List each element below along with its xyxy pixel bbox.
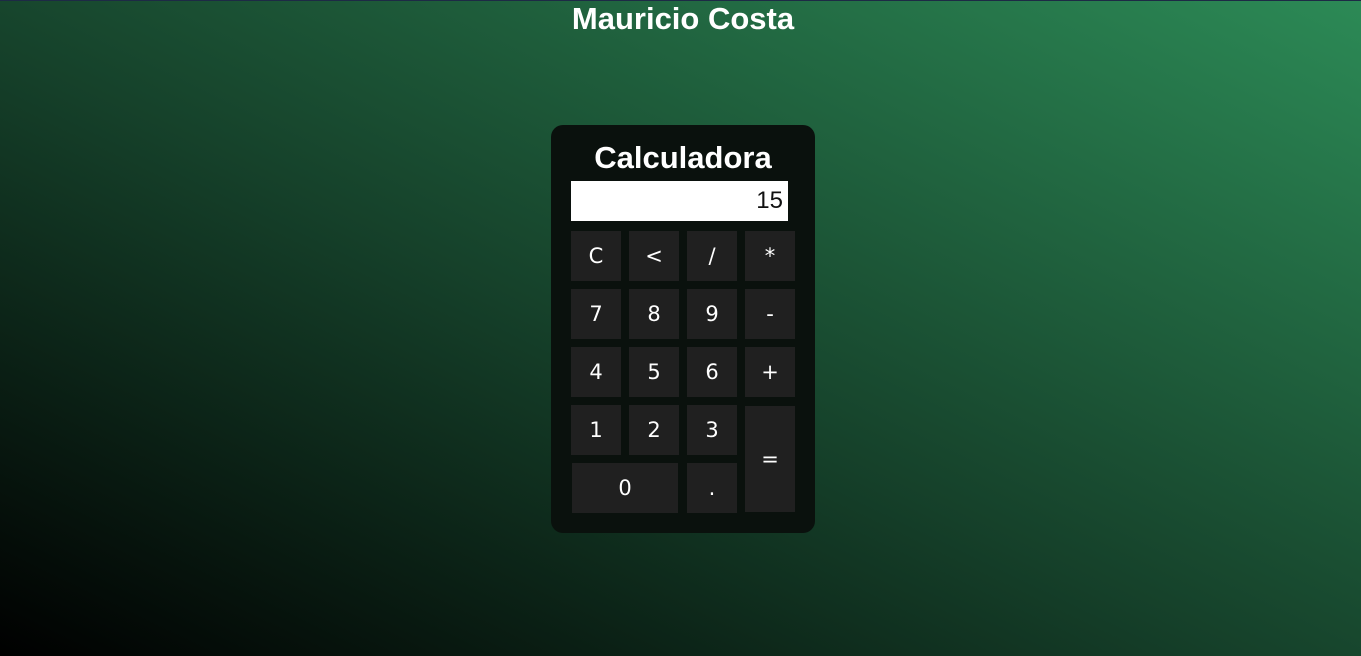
equals-button[interactable]: =: [745, 406, 795, 512]
digit-9-button[interactable]: 9: [687, 289, 737, 339]
digit-0-button[interactable]: 0: [572, 463, 678, 513]
digit-5-button[interactable]: 5: [629, 347, 679, 397]
multiply-button[interactable]: *: [745, 231, 795, 281]
plus-button[interactable]: +: [745, 347, 795, 397]
calculator-title: Calculadora: [594, 140, 772, 175]
decimal-button[interactable]: .: [687, 463, 737, 513]
divide-button[interactable]: /: [687, 231, 737, 281]
digit-6-button[interactable]: 6: [687, 347, 737, 397]
backspace-button[interactable]: <: [629, 231, 679, 281]
digit-7-button[interactable]: 7: [571, 289, 621, 339]
minus-button[interactable]: -: [745, 289, 795, 339]
digit-3-button[interactable]: 3: [687, 405, 737, 455]
clear-button[interactable]: C: [571, 231, 621, 281]
digit-1-button[interactable]: 1: [571, 405, 621, 455]
digit-2-button[interactable]: 2: [629, 405, 679, 455]
calculator-display[interactable]: [571, 181, 788, 221]
page-title: Mauricio Costa: [571, 1, 795, 36]
digit-4-button[interactable]: 4: [571, 347, 621, 397]
digit-8-button[interactable]: 8: [629, 289, 679, 339]
